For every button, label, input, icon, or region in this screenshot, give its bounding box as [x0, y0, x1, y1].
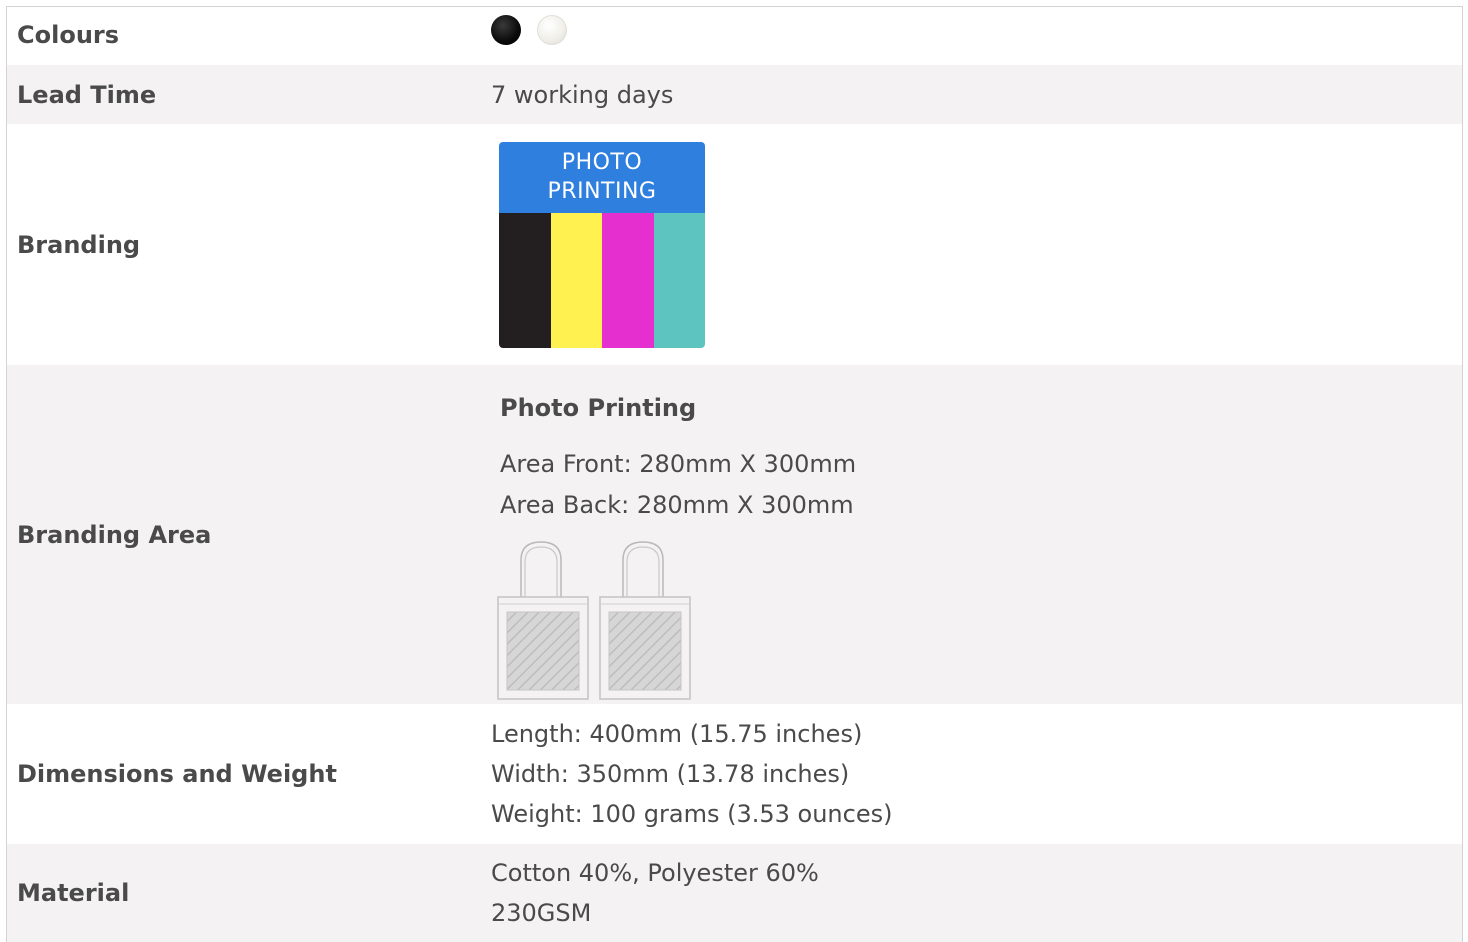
- branding-area-images: [497, 540, 1462, 700]
- spec-label-colours: Colours: [17, 21, 120, 49]
- spec-label-branding-area: Branding Area: [17, 520, 212, 549]
- badge-bar-yellow: [550, 212, 602, 348]
- badge-bar-cyan: [653, 212, 705, 348]
- badge-bar-magenta: [602, 212, 654, 348]
- product-specs-table: Colours Lead Time 7 working days Brandin…: [6, 6, 1463, 942]
- dimension-length: Length: 400mm (15.75 inches): [491, 720, 863, 748]
- branding-area-back: Area Back: 280mm X 300mm: [500, 490, 854, 519]
- spec-label-lead-time: Lead Time: [17, 80, 157, 109]
- spec-row-colours: Colours: [7, 7, 1462, 65]
- spec-row-dimensions: Dimensions and Weight Length: 400mm (15.…: [7, 704, 1462, 844]
- colour-swatch-black[interactable]: [491, 15, 521, 45]
- badge-color-bars: [499, 212, 705, 348]
- colour-swatch-white[interactable]: [537, 15, 567, 45]
- branding-area-title: Photo Printing: [500, 393, 697, 422]
- spec-value-lead-time: 7 working days: [491, 80, 674, 109]
- tote-bag-back-icon: [599, 540, 691, 700]
- spec-row-material: Material Cotton 40%, Polyester 60% 230GS…: [7, 844, 1462, 942]
- spec-label-dimensions: Dimensions and Weight: [17, 760, 337, 788]
- branding-area-front: Area Front: 280mm X 300mm: [500, 449, 857, 478]
- badge-title: PHOTO PRINTING: [499, 141, 705, 213]
- spec-row-branding: Branding PHOTO PRINTING: [7, 124, 1462, 365]
- spec-label-material: Material: [17, 879, 130, 907]
- spec-row-branding-area: Branding Area Photo Printing Area Front:…: [7, 365, 1462, 704]
- dimension-weight: Weight: 100 grams (3.53 ounces): [491, 800, 893, 828]
- tote-bag-front-icon: [497, 540, 589, 700]
- spec-label-branding: Branding: [17, 230, 141, 259]
- dimension-width: Width: 350mm (13.78 inches): [491, 760, 850, 788]
- badge-bar-black: [499, 212, 551, 348]
- material-gsm: 230GSM: [491, 899, 592, 927]
- spec-row-lead-time: Lead Time 7 working days: [7, 65, 1462, 124]
- colour-swatches: [491, 7, 1462, 45]
- material-composition: Cotton 40%, Polyester 60%: [491, 859, 819, 887]
- photo-printing-badge: PHOTO PRINTING: [499, 141, 705, 348]
